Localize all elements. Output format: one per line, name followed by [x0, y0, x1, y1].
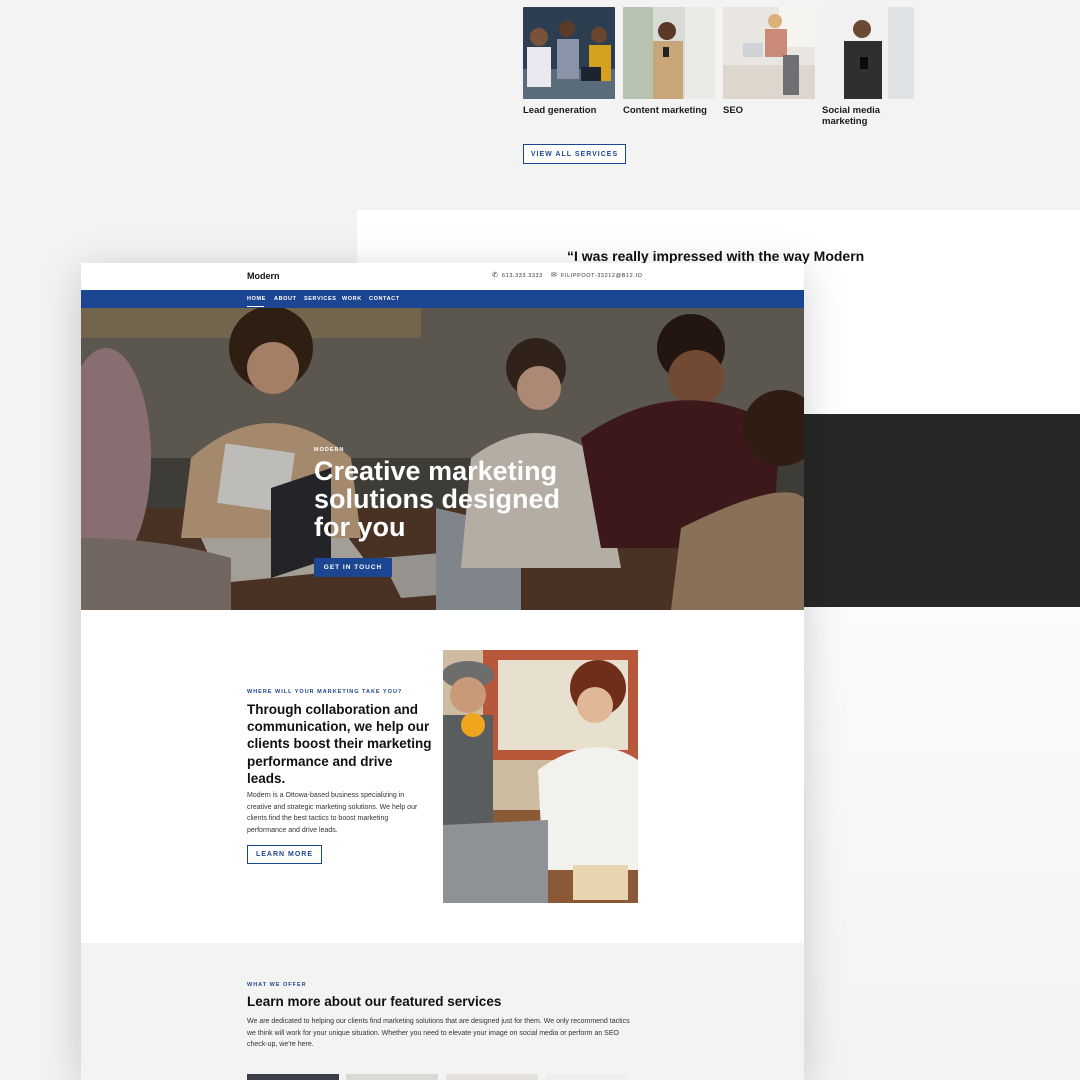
site-logo[interactable]: Modern: [247, 271, 280, 281]
about-title: Through collaboration and communication,…: [247, 702, 432, 786]
phone-number[interactable]: 613.333.3333: [502, 273, 543, 279]
website-preview: Modern ✆ 613.333.3333 ✉ FILIPPOOT-33212@…: [81, 263, 804, 1080]
services-section: [81, 943, 804, 1080]
service-label: Social media marketing: [822, 105, 881, 127]
view-all-services-button[interactable]: VIEW ALL SERVICES: [523, 144, 626, 164]
background-page-lower: [804, 607, 1080, 1080]
about-eyebrow: WHERE WILL YOUR MARKETING TAKE YOU?: [247, 689, 403, 695]
about-body: Modern is a Ottowa-based business specia…: [247, 792, 418, 834]
nav-services[interactable]: SERVICES: [304, 296, 337, 302]
active-nav-indicator: [247, 306, 264, 307]
site-header: Modern ✆ 613.333.3333 ✉ FILIPPOOT-33212@…: [81, 263, 804, 290]
nav-contact[interactable]: CONTACT: [369, 296, 400, 302]
service-card-lead-generation[interactable]: Lead generation: [523, 7, 615, 116]
hero-eyebrow: MODERN: [314, 447, 345, 453]
offer-eyebrow: WHAT WE OFFER: [247, 982, 307, 988]
service-thumbnail[interactable]: [346, 1074, 438, 1080]
woman-at-laptop-photo: [723, 7, 815, 99]
main-navigation: HOME ABOUT SERVICES WORK CONTACT: [81, 290, 804, 308]
team-photo: [523, 7, 615, 99]
man-with-smartphone-photo: [822, 7, 914, 99]
hero-section: MODERN Creative marketing solutions desi…: [81, 308, 804, 610]
phone-icon: ✆: [492, 272, 499, 279]
email-address[interactable]: FILIPPOOT-33212@B12.IO: [561, 273, 642, 279]
nav-work[interactable]: WORK: [342, 296, 362, 302]
service-label: Content marketing: [623, 105, 707, 116]
service-card-seo[interactable]: SEO: [723, 7, 815, 116]
service-thumbnail[interactable]: [247, 1074, 339, 1080]
service-label: SEO: [723, 105, 744, 116]
service-thumbnail[interactable]: [446, 1074, 538, 1080]
nav-about[interactable]: ABOUT: [274, 296, 297, 302]
service-card-social-media[interactable]: Social media marketing: [822, 7, 914, 127]
learn-more-button[interactable]: LEARN MORE: [247, 845, 322, 864]
nav-home[interactable]: HOME: [247, 296, 266, 302]
get-in-touch-button[interactable]: GET IN TOUCH: [314, 558, 392, 577]
dark-section: [804, 414, 1080, 607]
mail-icon: ✉: [551, 272, 558, 279]
coworkers-laptop-photo: [443, 650, 638, 903]
offer-body: We are dedicated to helping our clients …: [247, 1018, 630, 1048]
hero-title: Creative marketing solutions designed fo…: [314, 456, 561, 542]
service-thumbnail[interactable]: [546, 1074, 628, 1080]
man-with-phone-photo: [623, 7, 715, 99]
service-label: Lead generation: [523, 105, 597, 116]
service-card-content-marketing[interactable]: Content marketing: [623, 7, 715, 116]
offer-title: Learn more about our featured services: [247, 994, 502, 1009]
